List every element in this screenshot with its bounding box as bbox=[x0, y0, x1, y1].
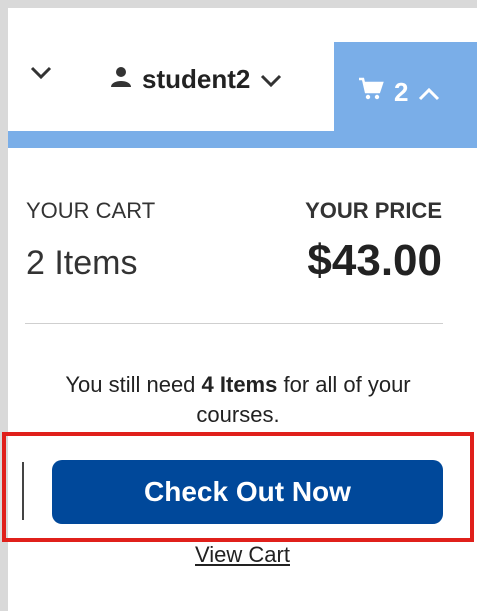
top-nav: student2 2 bbox=[8, 8, 477, 143]
view-cart-link[interactable]: View Cart bbox=[8, 542, 477, 568]
cart-dropdown-accent-bar bbox=[8, 131, 477, 148]
items-needed-message: You still need 4 Items for all of your c… bbox=[28, 370, 448, 430]
user-icon bbox=[110, 64, 132, 95]
chevron-up-icon bbox=[418, 77, 440, 108]
need-count: 4 Items bbox=[201, 372, 278, 397]
divider bbox=[25, 323, 443, 324]
need-prefix: You still need bbox=[65, 372, 202, 397]
cart-dropdown-panel: YOUR CART YOUR PRICE 2 Items $43.00 You … bbox=[2, 148, 477, 611]
your-cart-label: YOUR CART bbox=[26, 198, 156, 223]
cart-total-price: $43.00 bbox=[307, 236, 442, 285]
user-menu[interactable]: student2 bbox=[110, 64, 282, 95]
chevron-down-icon bbox=[260, 64, 282, 95]
user-name: student2 bbox=[142, 64, 251, 94]
items-count: 2 Items bbox=[26, 244, 138, 282]
cart-icon bbox=[358, 77, 384, 108]
check-out-now-button[interactable]: Check Out Now bbox=[52, 460, 443, 524]
divider bbox=[22, 462, 24, 520]
cart-tab[interactable]: 2 bbox=[334, 42, 477, 143]
chevron-down-icon[interactable] bbox=[30, 66, 52, 85]
your-price-label: YOUR PRICE bbox=[305, 198, 442, 223]
cart-count: 2 bbox=[394, 77, 409, 107]
